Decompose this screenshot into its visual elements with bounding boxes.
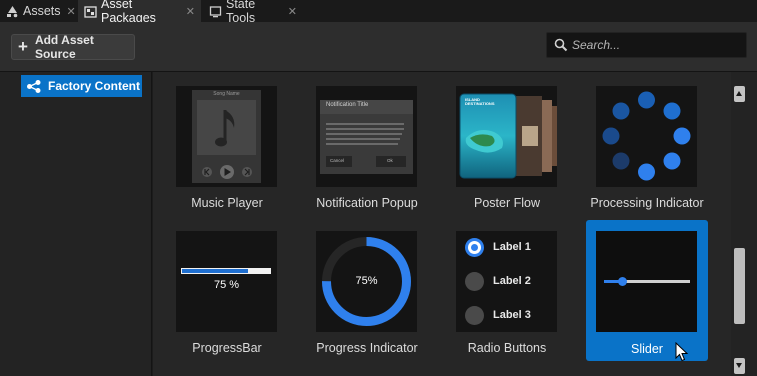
radio-option: Label 3 [465, 305, 531, 325]
radio-label: Label 2 [493, 275, 531, 287]
radio-label: Label 3 [493, 309, 531, 321]
radio-selected-icon [465, 237, 484, 257]
asset-card-poster-flow[interactable]: ISLAND DESTINATIONS Poster Flow [446, 78, 568, 215]
close-icon[interactable]: ✕ [67, 5, 76, 18]
asset-label: Slider [631, 342, 663, 356]
asset-label: Radio Buttons [467, 341, 547, 355]
slider-track [604, 277, 690, 286]
search-input[interactable]: Search... [546, 32, 747, 58]
song-name-text: Song Name [213, 91, 240, 97]
tab-label: Assets [23, 4, 61, 18]
plus-icon: + [18, 36, 28, 56]
asset-sources-panel: Factory Content [0, 72, 152, 376]
tab-assets[interactable]: Assets ✕ [0, 0, 76, 22]
asset-card-music-player[interactable]: Song Name Music Player [166, 78, 288, 215]
mouse-cursor-icon [675, 342, 689, 362]
progressbar-value-text: 75 % [213, 279, 240, 291]
progressbar-track [181, 268, 271, 274]
asset-packages-icon [84, 5, 97, 18]
tab-asset-packages[interactable]: Asset Packages ✕ [78, 0, 201, 25]
scrollbar-thumb[interactable] [734, 248, 745, 324]
radio-buttons-thumbnail: Label 1 Label 2 Label 3 [456, 231, 557, 332]
notification-ok-text: Ok [387, 158, 393, 163]
asset-card-radio-buttons[interactable]: Label 1 Label 2 Label 3 Radio Buttons [446, 223, 568, 360]
progress-indicator-thumbnail: 75% [316, 231, 417, 332]
notification-popup-thumbnail: Notification Title Cancel Ok [316, 86, 417, 187]
radio-option: Label 1 [465, 237, 531, 257]
asset-card-notification-popup[interactable]: Notification Title Cancel Ok Notificatio… [306, 78, 428, 215]
progress-indicator-value-text: 75% [355, 275, 378, 287]
asset-card-processing-indicator[interactable]: Processing Indicator [586, 78, 708, 215]
poster-headline-text: ISLAND DESTINATIONS [465, 97, 495, 107]
music-player-thumbnail: Song Name [176, 86, 277, 187]
asset-label: ProgressBar [192, 341, 262, 355]
slider-handle [618, 277, 628, 286]
notification-title-text: Notification Title [326, 102, 369, 108]
add-asset-source-button[interactable]: + Add Asset Source [11, 33, 135, 61]
assets-icon [6, 5, 19, 18]
asset-card-slider[interactable]: Slider [586, 220, 708, 361]
toolbar: + Add Asset Source Search... [0, 22, 757, 72]
close-icon[interactable]: ✕ [288, 5, 297, 18]
state-tools-icon [209, 5, 222, 18]
scroll-down-button[interactable] [734, 358, 745, 374]
network-icon [26, 79, 43, 94]
notification-cancel-text: Cancel [330, 158, 345, 163]
add-asset-source-label: Add Asset Source [34, 33, 94, 61]
search-placeholder: Search... [572, 38, 621, 52]
asset-grid: Song Name Music Player Notification Titl… [153, 72, 731, 376]
asset-card-progressbar[interactable]: 75 % ProgressBar [166, 223, 288, 360]
scroll-up-button[interactable] [734, 86, 745, 102]
tree-item-factory-content[interactable]: Factory Content [21, 75, 142, 97]
radio-label: Label 1 [493, 241, 531, 253]
progressbar-thumbnail: 75 % [176, 231, 277, 332]
tree-item-label: Factory Content [48, 79, 141, 93]
asset-label: Music Player [191, 196, 263, 210]
close-icon[interactable]: ✕ [186, 5, 195, 18]
poster-flow-thumbnail: ISLAND DESTINATIONS [456, 86, 557, 187]
tab-state-tools[interactable]: State Tools ✕ [203, 0, 303, 25]
search-icon [554, 38, 568, 52]
radio-unselected-icon [465, 271, 484, 291]
radio-unselected-icon [465, 305, 484, 325]
radio-option: Label 2 [465, 271, 531, 291]
tab-bar: Assets ✕ Asset Packages ✕ State Tools ✕ [0, 0, 757, 25]
vertical-scrollbar[interactable] [731, 72, 757, 376]
asset-label: Poster Flow [474, 196, 540, 210]
asset-label: Processing Indicator [590, 196, 704, 210]
processing-indicator-thumbnail [596, 86, 697, 187]
slider-thumbnail [596, 231, 697, 332]
asset-card-progress-indicator[interactable]: 75% Progress Indicator [306, 223, 428, 360]
progressbar-fill [182, 269, 248, 273]
asset-label: Progress Indicator [316, 341, 418, 355]
asset-label: Notification Popup [316, 196, 418, 210]
